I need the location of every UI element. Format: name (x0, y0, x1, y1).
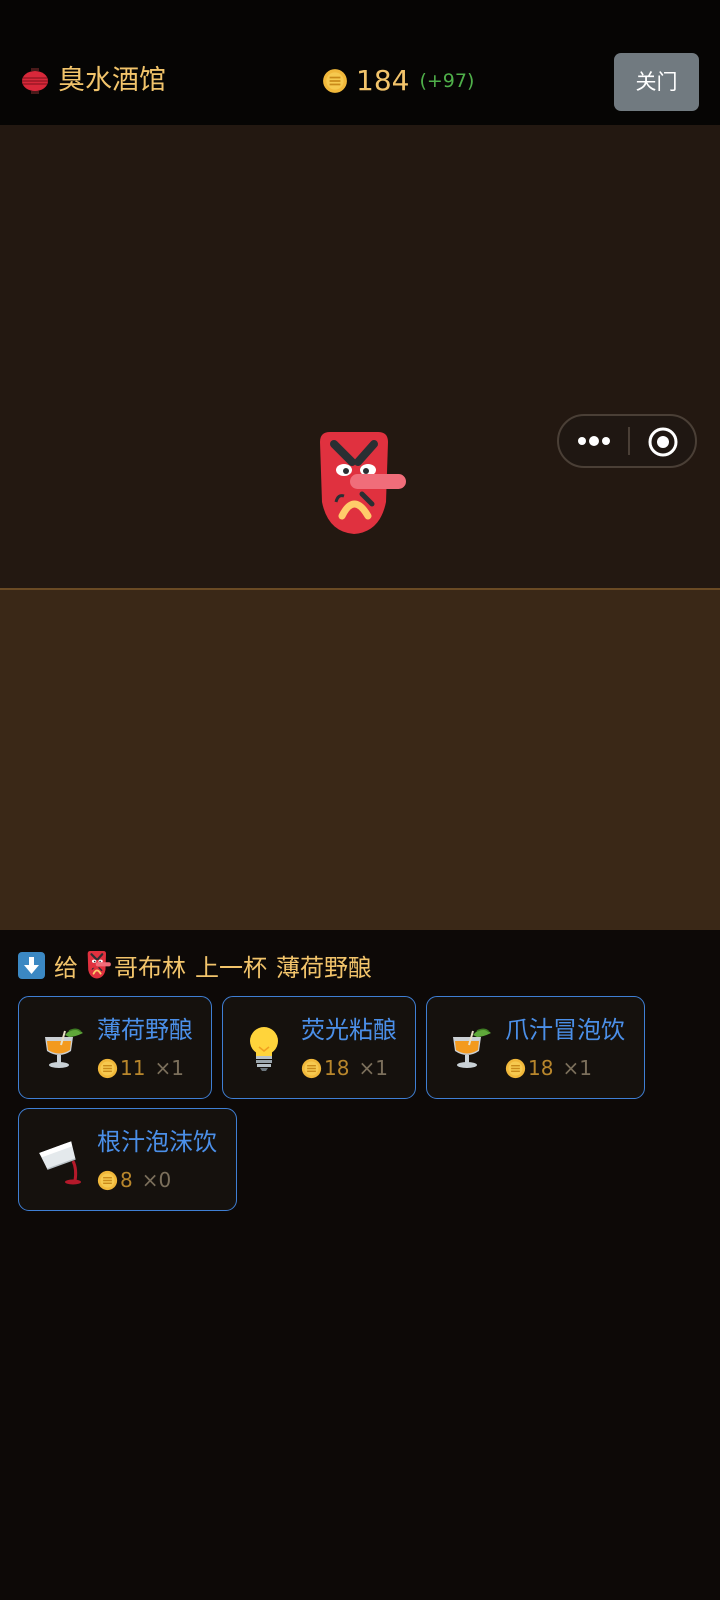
capsule-divider (628, 427, 630, 455)
coin-icon (322, 68, 348, 94)
drink-meta: 18 ×1 (505, 1053, 592, 1083)
miniprogram-capsule (557, 414, 697, 468)
close-shop-button[interactable]: 关门 (614, 53, 699, 111)
order-verb: 上一杯 (195, 953, 267, 982)
tropical-drink-icon (35, 1023, 85, 1073)
coin-delta: (+97) (419, 70, 475, 92)
coin-icon (301, 1058, 322, 1079)
pouring-glass-icon (35, 1135, 85, 1185)
drink-name: 薄荷野酿 (97, 1016, 193, 1044)
drink-price: 18 (528, 1056, 554, 1080)
drink-quantity: ×1 (358, 1056, 388, 1080)
coin-counter: 184 (+97) (322, 64, 474, 98)
order-prefix: 给 (54, 953, 78, 982)
drink-card-claw-fizz[interactable]: 爪汁冒泡饮 18 ×1 (426, 996, 645, 1099)
top-bar: 臭水酒馆 184 (+97) 关门 (0, 0, 720, 125)
drink-quantity: ×1 (562, 1056, 592, 1080)
goblin-icon (86, 951, 112, 979)
drink-card-glow-slime[interactable]: 荧光粘酿 18 ×1 (222, 996, 416, 1099)
order-customer: 哥布林 (114, 953, 186, 982)
drink-name: 根汁泡沫饮 (97, 1128, 217, 1156)
drink-name: 爪汁冒泡饮 (505, 1016, 625, 1044)
down-arrow-icon (18, 951, 45, 979)
tropical-drink-icon (443, 1023, 493, 1073)
tavern-counter (0, 590, 720, 930)
tavern-brand: 臭水酒馆 (22, 64, 166, 98)
tavern-name: 臭水酒馆 (58, 65, 166, 96)
goblin-customer-icon[interactable] (314, 432, 410, 536)
more-options-icon[interactable] (575, 416, 613, 466)
drink-price: 18 (324, 1056, 350, 1080)
app-root: 臭水酒馆 184 (+97) 关门 给 哥布林 上一杯 薄荷野酿 薄荷野酿 11… (0, 0, 720, 1600)
drink-price: 8 (120, 1168, 133, 1192)
drink-meta: 11 ×1 (97, 1053, 184, 1083)
drink-quantity: ×1 (154, 1056, 184, 1080)
order-drink: 薄荷野酿 (276, 953, 372, 982)
drink-card-root-foam[interactable]: 根汁泡沫饮 8 ×0 (18, 1108, 237, 1211)
close-miniprogram-icon[interactable] (647, 426, 679, 458)
current-order: 给 哥布林 上一杯 薄荷野酿 (18, 948, 372, 982)
drink-meta: 8 ×0 (97, 1165, 171, 1195)
coin-icon (505, 1058, 526, 1079)
coin-icon (97, 1058, 118, 1079)
light-bulb-icon (239, 1023, 289, 1073)
drink-name: 荧光粘酿 (301, 1016, 397, 1044)
coin-icon (97, 1170, 118, 1191)
drink-meta: 18 ×1 (301, 1053, 388, 1083)
drink-quantity: ×0 (141, 1168, 172, 1192)
coin-balance: 184 (356, 64, 410, 97)
drink-card-mint-brew[interactable]: 薄荷野酿 11 ×1 (18, 996, 212, 1099)
lantern-icon (22, 68, 48, 94)
drink-price: 11 (120, 1056, 146, 1080)
